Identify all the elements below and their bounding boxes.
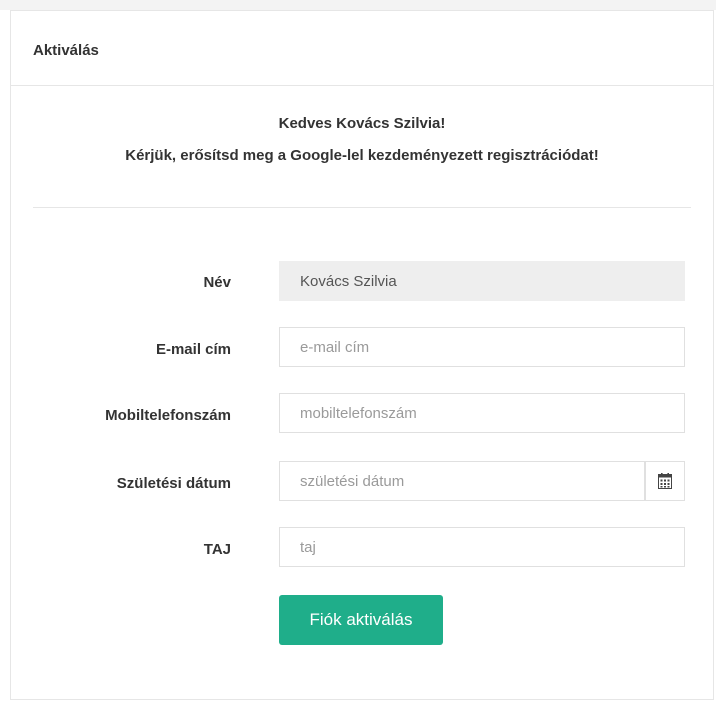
- divider: [33, 207, 691, 208]
- name-field: [279, 261, 685, 301]
- taj-label: TAJ: [203, 541, 231, 558]
- panel-heading: Aktiválás: [11, 11, 713, 86]
- calendar-icon: [658, 473, 672, 489]
- name-label: Név: [203, 274, 231, 291]
- mobile-field[interactable]: [279, 393, 685, 433]
- email-label: E-mail cím: [155, 341, 231, 358]
- instruction-text: Kérjük, erősítsd meg a Google-lel kezdem…: [125, 147, 599, 164]
- mobile-label: Mobiltelefonszám: [105, 407, 231, 424]
- greeting-text: Kedves Kovács Szilvia!: [278, 115, 446, 132]
- taj-field[interactable]: [279, 527, 685, 567]
- email-field[interactable]: [279, 327, 685, 367]
- top-strip: [0, 0, 716, 10]
- birthdate-field[interactable]: [279, 461, 645, 501]
- activate-account-button[interactable]: Fiók aktiválás: [279, 595, 443, 645]
- calendar-button[interactable]: [645, 461, 685, 501]
- page: Aktiválás Kedves Kovács Szilvia! Kérjük,…: [0, 0, 724, 706]
- activation-panel: Aktiválás Kedves Kovács Szilvia! Kérjük,…: [10, 10, 714, 700]
- birthdate-label: Születési dátum: [116, 475, 231, 492]
- panel-title: Aktiválás: [33, 42, 99, 59]
